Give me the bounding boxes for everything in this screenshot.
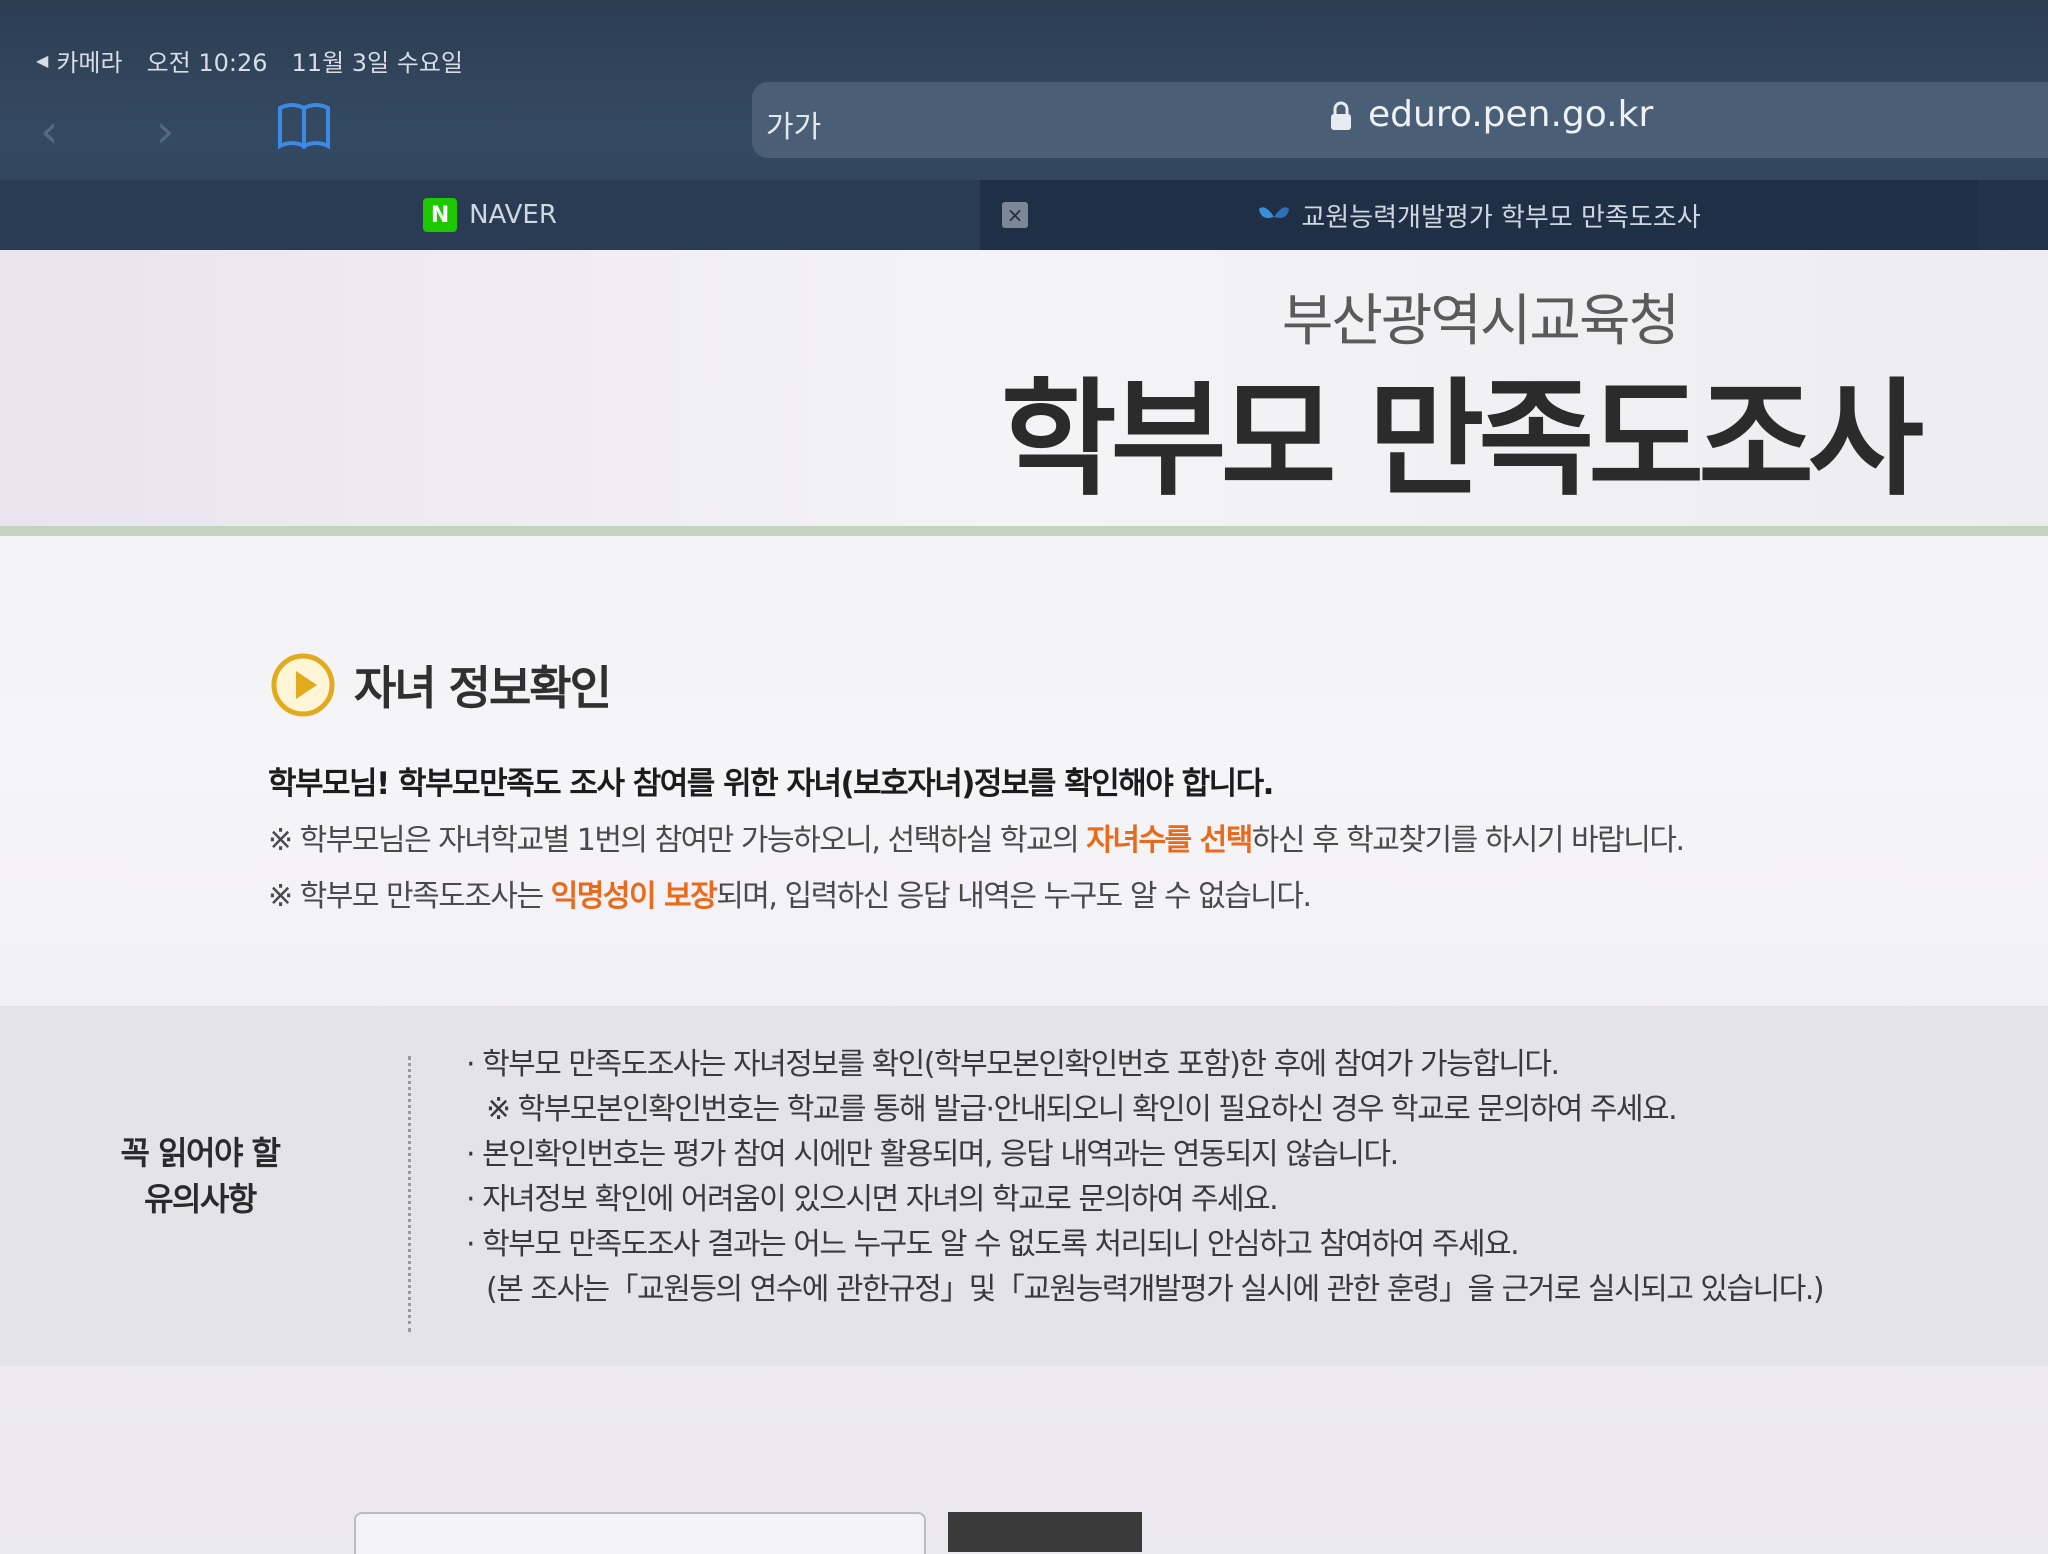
notice-label-line-1: 꼭 읽어야 할 (120, 1134, 281, 1172)
page-content: 부산광역시교육청 학부모 만족도조사 자녀 정보확인 학부모님! 학부모만족도 … (0, 250, 2048, 1554)
notice-label: 꼭 읽어야 할 유의사항 (100, 1130, 300, 1222)
header-divider (0, 526, 2048, 536)
naver-logo-icon: N (423, 198, 458, 232)
note2-highlight: 익명성이 보장 (550, 879, 718, 914)
back-button[interactable]: ‹ (40, 108, 58, 154)
url-text[interactable]: eduro.pen.go.kr (1368, 94, 1653, 135)
note2-text: ※ 학부모 만족도조사는 (268, 879, 551, 914)
note2-text-end: 되며, 입력하신 응답 내역은 누구도 알 수 없습니다. (716, 879, 1312, 914)
intro-text: 학부모님! 학부모만족도 조사 참여를 위한 자녀(보호자녀)정보를 확인해야 … (268, 758, 1868, 927)
notice-divider (408, 1056, 411, 1332)
notice-list: · 학부모 만족도조사는 자녀정보를 확인(학부모본인확인번호 포함)한 후에 … (466, 1042, 2006, 1312)
notice-item: · 학부모 만족도조사 결과는 어느 누구도 알 수 없도록 처리되니 안심하고… (466, 1227, 1520, 1262)
school-search-button[interactable] (948, 1512, 1142, 1552)
tab-survey-label: 교원능력개발평가 학부모 만족도조사 (1301, 202, 1701, 233)
book-icon (278, 103, 330, 150)
section-title: 자녀 정보확인 (354, 661, 612, 715)
butterfly-favicon-icon (1259, 207, 1290, 218)
back-app-label: 카메라 (56, 48, 123, 77)
chevron-left-icon: ‹ (40, 104, 59, 158)
section-header: 자녀 정보확인 (270, 652, 612, 718)
note1-text-end: 하신 후 학교찾기를 하시기 바랍니다. (1251, 823, 1685, 858)
tab-naver-label: NAVER (469, 200, 557, 230)
intro-lead: 학부모님! 학부모만족도 조사 참여를 위한 자녀(보호자녀)정보를 확인해야 … (268, 766, 1274, 802)
play-circle-icon (271, 653, 335, 717)
back-to-app-link[interactable]: ◀ 카메라 (36, 43, 123, 78)
notice-item: ※ 학부모본인확인번호는 학교를 통해 발급·안내되오니 확인이 필요하신 경우… (486, 1092, 1678, 1127)
child-count-select[interactable] (354, 1512, 926, 1554)
text-size-button[interactable]: 가가 (766, 102, 821, 146)
notice-item: (본 조사는「교원등의 연수에 관한규정」및「교원능력개발평가 실시에 관한 훈… (486, 1272, 1825, 1307)
status-time: 오전 10:26 (146, 48, 268, 77)
tab-naver[interactable]: N NAVER (0, 180, 980, 250)
intro-note-2: ※ 학부모 만족도조사는 익명성이 보장되며, 입력하신 응답 내역은 누구도 … (268, 871, 1868, 915)
note1-text: ※ 학부모님은 자녀학교별 1번의 참여만 가능하오니, 선택하실 학교의 (268, 823, 1087, 858)
status-date: 11월 3일 수요일 (291, 48, 463, 77)
page-title: 학부모 만족도조사 (1000, 366, 1924, 513)
notice-item: · 학부모 만족도조사는 자녀정보를 확인(학부모본인확인번호 포함)한 후에 … (466, 1047, 1560, 1082)
close-icon: × (1006, 203, 1024, 227)
notice-item: · 본인확인번호는 평가 참여 시에만 활용되며, 응답 내역과는 연동되지 않… (466, 1137, 1399, 1172)
bookmarks-button[interactable] (276, 100, 332, 150)
forward-button[interactable]: › (156, 108, 174, 154)
tab-survey[interactable]: 교원능력개발평가 학부모 만족도조사 (980, 180, 1978, 250)
notice-label-line-2: 유의사항 (144, 1180, 257, 1218)
lock-icon (1330, 100, 1352, 132)
tab-close-button[interactable]: × (1002, 202, 1028, 228)
intro-note-1: ※ 학부모님은 자녀학교별 1번의 참여만 가능하오니, 선택하실 학교의 자녀… (268, 815, 1868, 859)
note1-highlight: 자녀수를 선택 (1086, 823, 1253, 858)
back-triangle-icon: ◀ (36, 50, 49, 70)
chevron-right-icon: › (156, 104, 175, 158)
notice-item: · 자녀정보 확인에 어려움이 있으시면 자녀의 학교로 문의하여 주세요. (466, 1182, 1279, 1217)
status-bar: ◀ 카메라 오전 10:26 11월 3일 수요일 (36, 40, 463, 80)
